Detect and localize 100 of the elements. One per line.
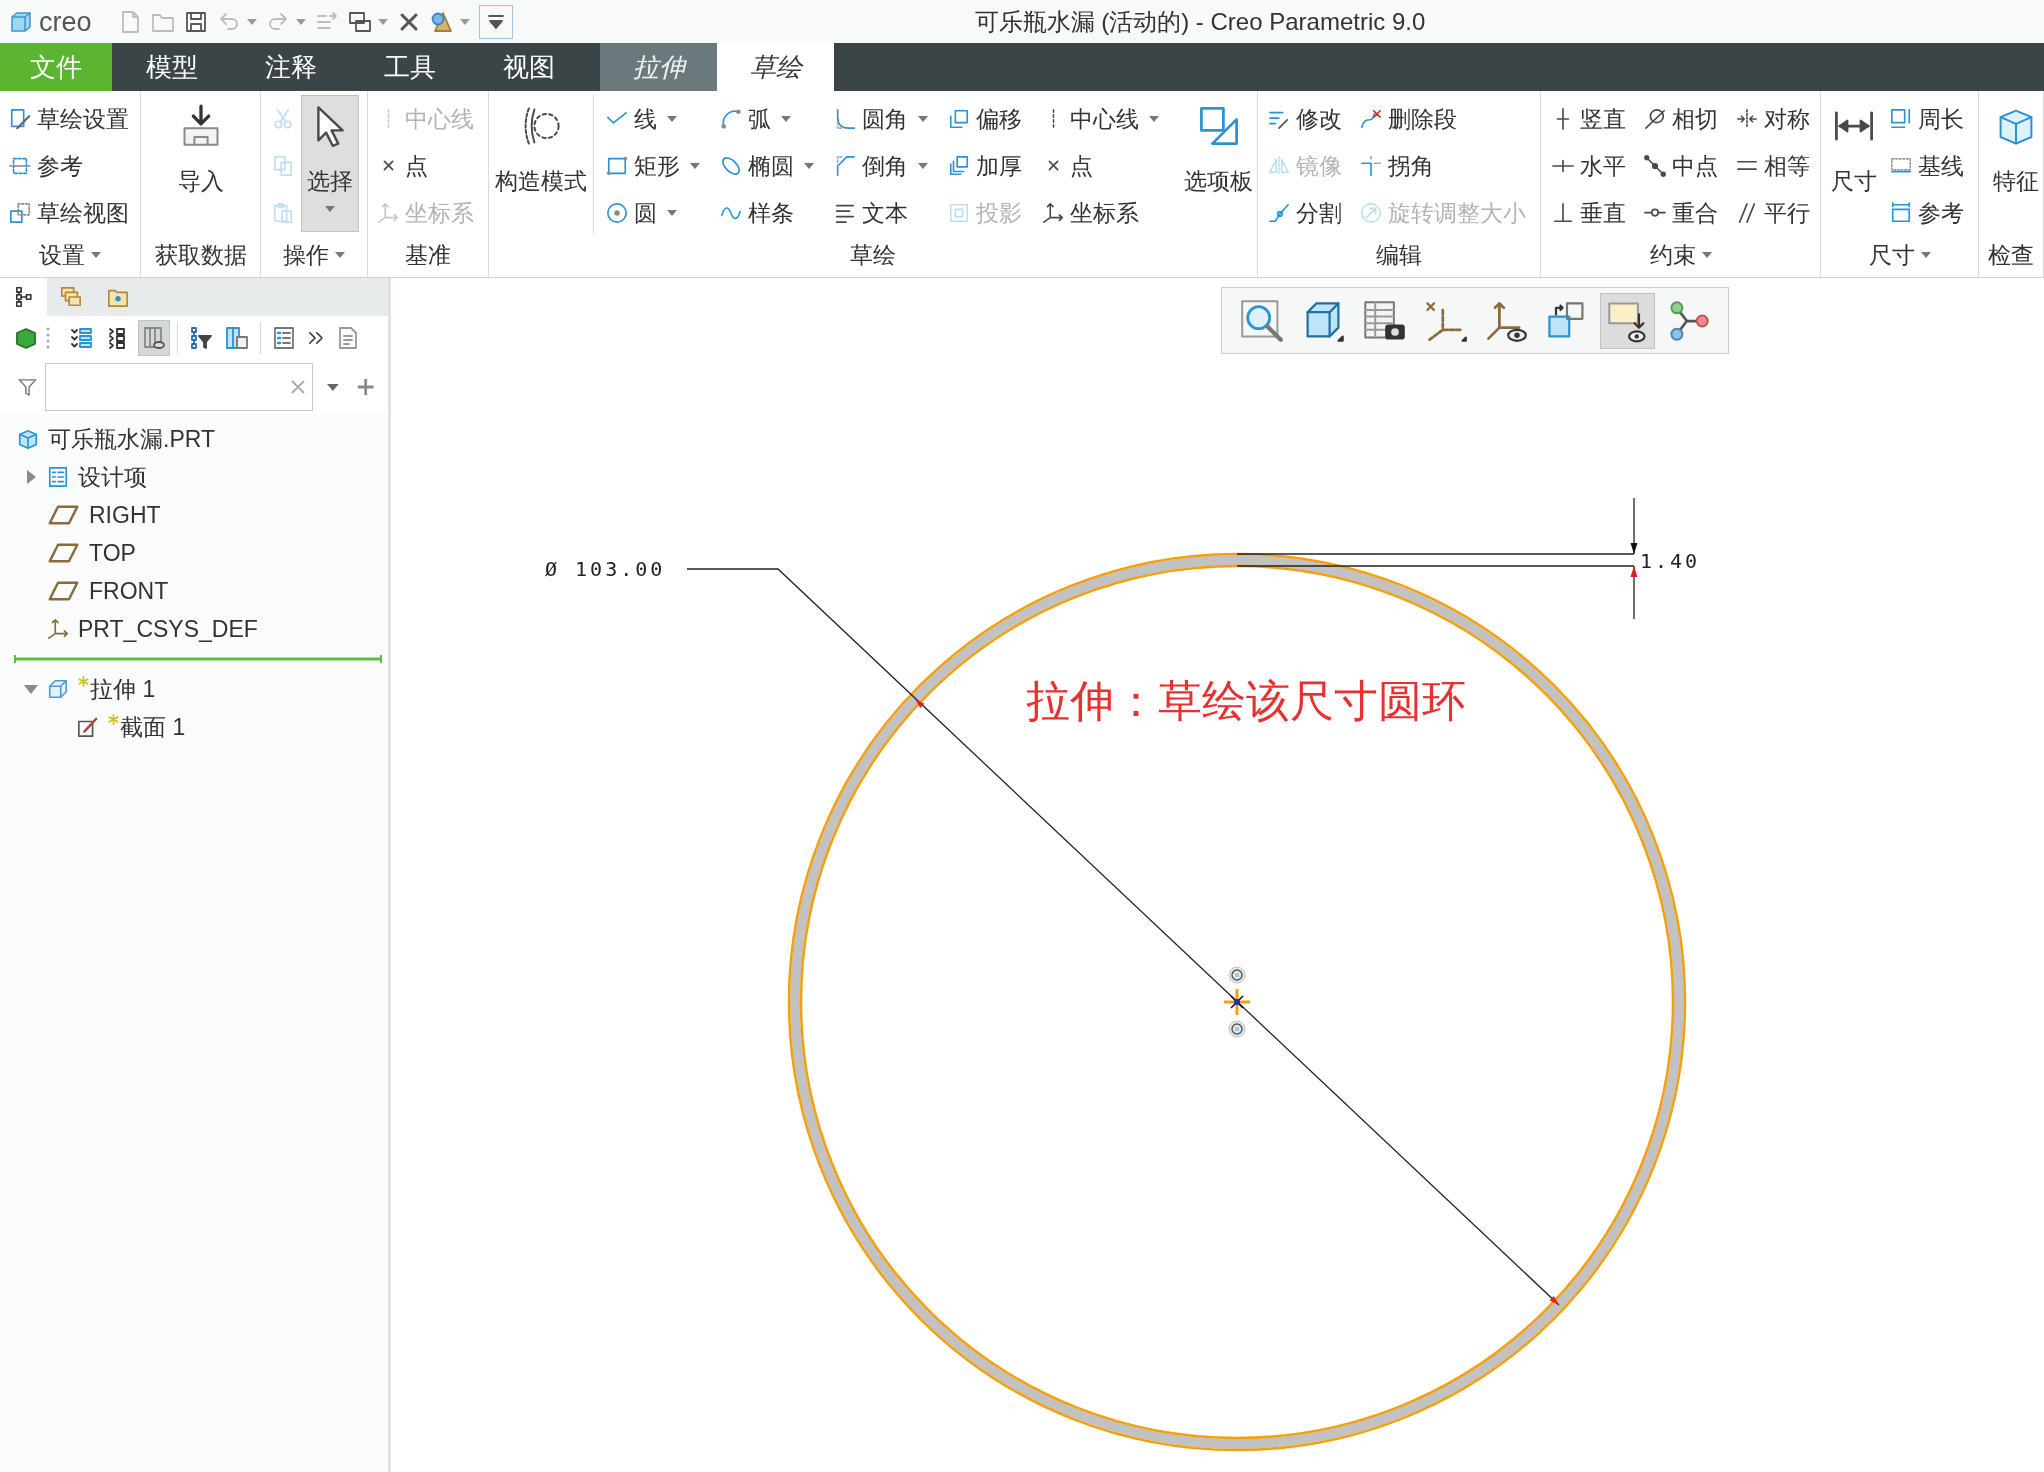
- references-button[interactable]: 参考: [8, 142, 130, 189]
- tree-item[interactable]: 设计项: [47, 463, 147, 491]
- group-label: 检查: [1988, 241, 2034, 269]
- divide-button[interactable]: 分割: [1267, 189, 1343, 236]
- point-button[interactable]: 点: [1041, 142, 1160, 189]
- save-button[interactable]: [183, 9, 208, 34]
- caret-icon[interactable]: [326, 383, 339, 391]
- spline-button[interactable]: 样条: [719, 189, 815, 236]
- tree-item[interactable]: TOP: [47, 539, 136, 567]
- stacked-windows-icon: [347, 9, 372, 34]
- dashed-line-icon: [1050, 108, 1056, 129]
- perimeter-button[interactable]: 周长: [1889, 95, 1965, 142]
- model-tree-tab[interactable]: [0, 278, 47, 316]
- line-ring-icon: [1268, 201, 1290, 224]
- double-chevron-icon: [308, 331, 324, 345]
- parallel-button[interactable]: 平行: [1735, 189, 1811, 236]
- diameter-dimension-text[interactable]: Ø 103.00: [545, 557, 666, 581]
- feature-requirements-button[interactable]: 特征: [1987, 95, 2044, 232]
- offset-squares-icon: [948, 107, 970, 130]
- circle-dot-icon: [606, 201, 628, 224]
- group-label: 编辑: [1376, 241, 1422, 269]
- cube-icon: [17, 428, 39, 450]
- ribbon-tab[interactable]: 拉伸: [600, 43, 717, 91]
- axes-icon: [377, 201, 399, 224]
- ribbon-tab[interactable]: 工具: [350, 43, 469, 91]
- pencil-square-icon: [77, 716, 99, 738]
- customize-button[interactable]: [478, 4, 513, 39]
- chamfer-button[interactable]: 倒角: [833, 142, 929, 189]
- plus-icon[interactable]: [356, 376, 374, 398]
- equal-button[interactable]: 相等: [1735, 142, 1811, 189]
- ellipse-icon: [720, 154, 742, 177]
- modify-button[interactable]: 修改: [1267, 95, 1343, 142]
- tree-item[interactable]: FRONT: [47, 577, 169, 605]
- point-button[interactable]: 点: [376, 142, 475, 189]
- vertical-button[interactable]: 竖直: [1551, 95, 1627, 142]
- axes-icon: [47, 618, 69, 640]
- column-display-button[interactable]: [138, 320, 170, 356]
- checklist-icon: [47, 466, 69, 488]
- tree-item[interactable]: 拉伸 1: [47, 675, 156, 703]
- select-button[interactable]: 选择: [301, 95, 359, 232]
- constraint-marker-icon: [1228, 966, 1246, 984]
- ribbon-tab[interactable]: 视图: [469, 43, 588, 91]
- ribbon-tab[interactable]: 模型: [112, 43, 231, 91]
- palette-button[interactable]: 选项板: [1178, 95, 1259, 232]
- import-button[interactable]: 导入: [171, 95, 230, 232]
- horizontal-button[interactable]: 水平: [1551, 142, 1627, 189]
- caret-down-icon[interactable]: [24, 684, 38, 694]
- thicken-button[interactable]: 加厚: [947, 142, 1023, 189]
- cut-curve-icon: [1360, 107, 1382, 130]
- square-lines-icon: [1890, 107, 1912, 130]
- midpoint-button[interactable]: 中点: [1643, 142, 1719, 189]
- caret-right-icon[interactable]: [26, 470, 36, 484]
- offset-dimension-text[interactable]: 1.40: [1640, 549, 1701, 573]
- sketch-setup-button[interactable]: 草绘设置: [8, 95, 130, 142]
- windows-button[interactable]: [347, 9, 388, 34]
- text-button[interactable]: 文本: [833, 189, 929, 236]
- parallelogram-icon: [47, 504, 80, 526]
- ref-dimension-button[interactable]: 参考: [1889, 189, 1965, 236]
- tree-item[interactable]: 可乐瓶水漏.PRT: [17, 425, 215, 453]
- search-field[interactable]: [44, 363, 313, 411]
- table-camera-icon: [1361, 298, 1406, 343]
- rectangle-button[interactable]: 矩形: [605, 142, 701, 189]
- baseline-button[interactable]: 基线: [1889, 142, 1965, 189]
- csys-button[interactable]: 坐标系: [1041, 189, 1160, 236]
- logo-cube-icon: [10, 10, 32, 33]
- appearance-button[interactable]: [429, 9, 470, 34]
- group-menu-button[interactable]: 设置: [39, 241, 101, 269]
- arc-button[interactable]: 弧: [719, 95, 815, 142]
- line-button[interactable]: 线: [605, 95, 701, 142]
- delete-segment-button[interactable]: 删除段: [1359, 95, 1527, 142]
- clear-icon[interactable]: [289, 379, 306, 395]
- ribbon-tab[interactable]: 注释: [231, 43, 350, 91]
- symmetric-button[interactable]: 对称: [1735, 95, 1811, 142]
- circle-button[interactable]: 圆: [605, 189, 701, 236]
- tree-item[interactable]: PRT_CSYS_DEF: [47, 615, 258, 643]
- tree-item[interactable]: 截面 1: [77, 713, 186, 741]
- offset-button[interactable]: 偏移: [947, 95, 1023, 142]
- centerline-button[interactable]: 中心线: [1041, 95, 1160, 142]
- overlapping-squares-icon: [9, 201, 31, 224]
- beveled-corner-icon: [834, 154, 856, 177]
- group-menu-button[interactable]: 操作: [283, 241, 345, 269]
- ellipse-button[interactable]: 椭圆: [719, 142, 815, 189]
- ribbon-tab[interactable]: 草绘: [717, 43, 834, 91]
- corner-button[interactable]: 拐角: [1359, 142, 1527, 189]
- parallel-lines-icon: [1736, 201, 1758, 224]
- sketch-view-button[interactable]: 草绘视图: [8, 189, 130, 236]
- display-filters-button[interactable]: [1600, 292, 1655, 349]
- coincident-button[interactable]: 重合: [1643, 189, 1719, 236]
- stacked-folders-icon: [59, 286, 82, 308]
- tangent-button[interactable]: 相切: [1643, 95, 1719, 142]
- group-menu-button[interactable]: 约束: [1649, 241, 1712, 269]
- window-title: 可乐瓶水漏 (活动的) - Creo Parametric 9.0: [974, 6, 1426, 37]
- perpendicular-button[interactable]: 垂直: [1551, 189, 1627, 236]
- construction-mode-button[interactable]: 构造模式: [489, 95, 593, 232]
- group-menu-button[interactable]: 尺寸: [1868, 241, 1931, 269]
- tree-item[interactable]: RIGHT: [47, 501, 161, 529]
- fillet-button[interactable]: 圆角: [833, 95, 929, 142]
- dimension-button[interactable]: 尺寸: [1825, 95, 1883, 232]
- rectangle-icon: [606, 154, 628, 177]
- table-page-icon: [225, 326, 249, 350]
